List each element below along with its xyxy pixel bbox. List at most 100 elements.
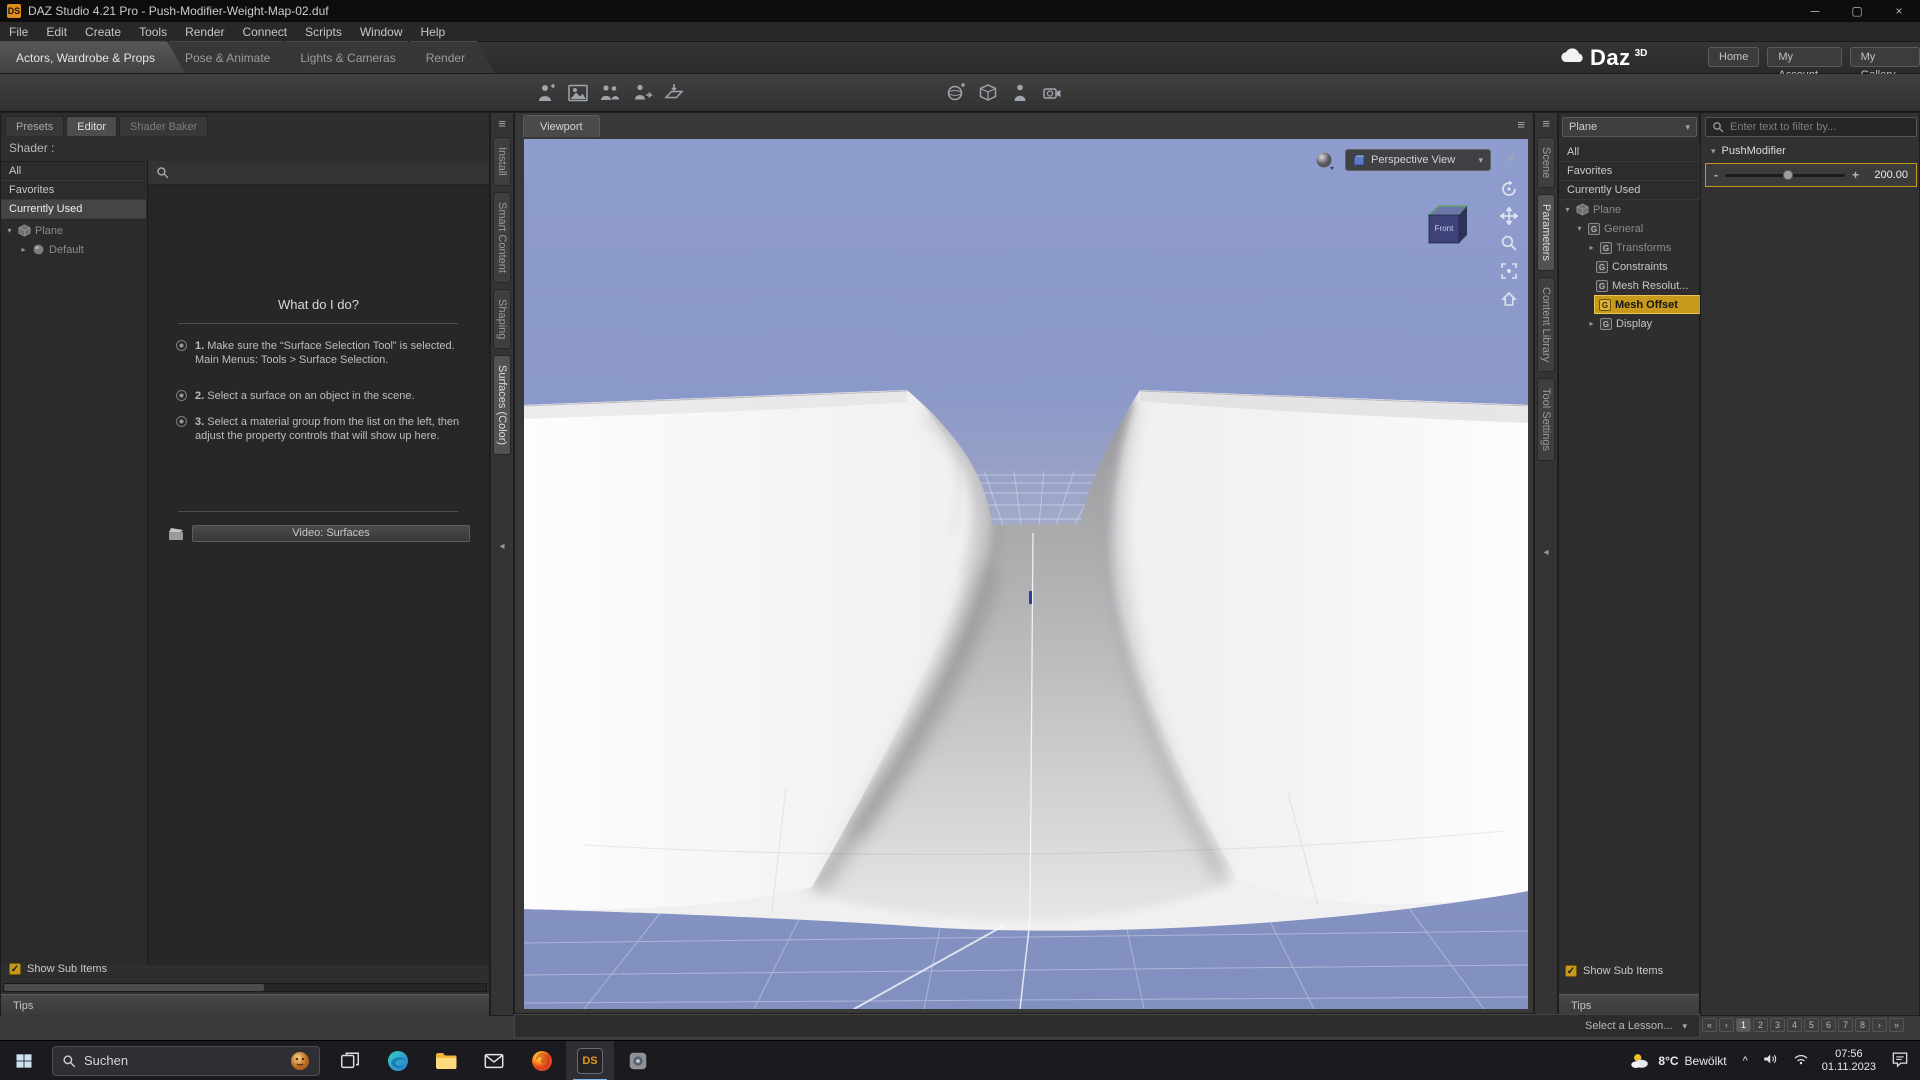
task-view-button[interactable] bbox=[326, 1041, 374, 1080]
node-selector[interactable]: Plane ▾ bbox=[1562, 117, 1697, 137]
add-figure-icon[interactable] bbox=[530, 78, 562, 108]
collapsed-icon[interactable]: ▸ bbox=[1587, 319, 1596, 328]
menu-create[interactable]: Create bbox=[76, 22, 130, 42]
dock-tab-scene[interactable]: Scene bbox=[1537, 137, 1555, 188]
pager-page-8[interactable]: 8 bbox=[1855, 1018, 1870, 1032]
my-gallery-button[interactable]: My Gallery bbox=[1850, 47, 1920, 67]
expand-icon[interactable]: ▾ bbox=[1711, 146, 1716, 157]
tree-display[interactable]: ▸ G Display bbox=[1559, 314, 1701, 333]
pager-page-1[interactable]: 1 bbox=[1736, 1018, 1751, 1032]
plane-primitive-icon[interactable] bbox=[658, 78, 690, 108]
weather-widget[interactable]: 8°C Bewölkt bbox=[1628, 1050, 1726, 1072]
collapsed-icon[interactable]: ▸ bbox=[1587, 243, 1596, 252]
cube-node-icon[interactable] bbox=[972, 78, 1004, 108]
viewport-options-icon[interactable]: ≡ bbox=[1507, 151, 1515, 165]
dock-tab-smart-content[interactable]: Smart Content bbox=[493, 192, 511, 283]
dock-tab-shaping[interactable]: Shaping bbox=[493, 289, 511, 349]
pushmodifier-group[interactable]: ▾ PushModifier bbox=[1711, 145, 1786, 157]
parameter-slider[interactable] bbox=[1725, 174, 1845, 177]
maximize-button[interactable]: ▢ bbox=[1836, 0, 1878, 22]
pager-page-7[interactable]: 7 bbox=[1838, 1018, 1853, 1032]
filter-currently-used[interactable]: Currently Used bbox=[1, 200, 146, 219]
pager-page-3[interactable]: 3 bbox=[1770, 1018, 1785, 1032]
tree-plane[interactable]: ▾ Plane bbox=[1559, 200, 1701, 219]
expand-icon[interactable]: ▾ bbox=[1575, 224, 1584, 233]
menu-help[interactable]: Help bbox=[412, 22, 455, 42]
menu-window[interactable]: Window bbox=[351, 22, 412, 42]
search-icon[interactable] bbox=[156, 166, 169, 179]
filter-all[interactable]: All bbox=[1559, 143, 1701, 162]
filter-all[interactable]: All bbox=[1, 162, 146, 181]
scrollbar-thumb[interactable] bbox=[4, 984, 264, 991]
pager-page-2[interactable]: 2 bbox=[1753, 1018, 1768, 1032]
parameter-search-input[interactable] bbox=[1730, 121, 1910, 133]
tab-presets[interactable]: Presets bbox=[5, 116, 64, 136]
notification-center-icon[interactable] bbox=[1890, 1049, 1910, 1072]
slider-handle[interactable] bbox=[1783, 170, 1793, 180]
reset-view-icon[interactable] bbox=[1499, 289, 1519, 309]
dock-tab-tool-settings[interactable]: Tool Settings bbox=[1537, 378, 1555, 461]
figure-node-icon[interactable] bbox=[1004, 78, 1036, 108]
pager-next[interactable]: › bbox=[1872, 1018, 1887, 1032]
menu-tools[interactable]: Tools bbox=[130, 22, 176, 42]
select-lesson-dropdown[interactable]: Select a Lesson... bbox=[1585, 1020, 1672, 1032]
collapsed-icon[interactable]: ▸ bbox=[19, 245, 28, 254]
dock-tab-install[interactable]: Install bbox=[493, 137, 511, 186]
camera-node-icon[interactable] bbox=[1036, 78, 1068, 108]
menu-scripts[interactable]: Scripts bbox=[296, 22, 351, 42]
taskbar-daz-studio[interactable]: DS bbox=[566, 1041, 614, 1080]
activity-tab-lights-cameras[interactable]: Lights & Cameras bbox=[284, 41, 425, 73]
taskbar-file-explorer[interactable] bbox=[422, 1041, 470, 1080]
menu-file[interactable]: File bbox=[0, 22, 37, 42]
tab-editor[interactable]: Editor bbox=[66, 116, 117, 136]
environment-icon[interactable] bbox=[562, 78, 594, 108]
pager-first[interactable]: « bbox=[1702, 1018, 1717, 1032]
expand-icon[interactable]: ▾ bbox=[1563, 205, 1572, 214]
lighting-sphere-icon[interactable] bbox=[1315, 151, 1335, 174]
filter-currently-used[interactable]: Currently Used bbox=[1559, 181, 1701, 200]
slider-decrease-button[interactable]: - bbox=[1714, 168, 1718, 182]
video-surfaces-button[interactable]: Video: Surfaces bbox=[192, 525, 470, 542]
panel-menu-icon[interactable]: ≡ bbox=[1542, 117, 1550, 131]
filter-favorites[interactable]: Favorites bbox=[1559, 162, 1701, 181]
slider-increase-button[interactable]: + bbox=[1852, 168, 1859, 182]
horizontal-scrollbar[interactable] bbox=[3, 983, 487, 992]
taskbar-mail[interactable] bbox=[470, 1041, 518, 1080]
filter-favorites[interactable]: Favorites bbox=[1, 181, 146, 200]
taskbar-search-input[interactable] bbox=[84, 1053, 282, 1068]
taskbar-edge[interactable] bbox=[374, 1041, 422, 1080]
close-button[interactable]: × bbox=[1878, 0, 1920, 22]
search-highlight-icon[interactable] bbox=[290, 1051, 310, 1071]
menu-connect[interactable]: Connect bbox=[233, 22, 296, 42]
mesh-offset-parameter[interactable]: - + 200.00 bbox=[1705, 163, 1917, 187]
start-button[interactable] bbox=[0, 1041, 48, 1080]
tree-mesh-offset[interactable]: G Mesh Offset bbox=[1594, 295, 1701, 314]
my-account-button[interactable]: My Account bbox=[1767, 47, 1841, 67]
tray-expand-icon[interactable]: ^ bbox=[1743, 1055, 1748, 1067]
collapse-panel-icon[interactable]: ◂ bbox=[499, 541, 504, 552]
clock[interactable]: 07:56 01.11.2023 bbox=[1822, 1048, 1876, 1074]
tips-bar[interactable]: Tips bbox=[1, 994, 489, 1016]
parameter-search[interactable] bbox=[1705, 117, 1917, 137]
sphere-node-icon[interactable] bbox=[940, 78, 972, 108]
taskbar-app-misc[interactable] bbox=[614, 1041, 662, 1080]
activity-tab-pose-animate[interactable]: Pose & Animate bbox=[169, 41, 300, 73]
frame-view-icon[interactable] bbox=[1499, 261, 1519, 281]
taskbar-search[interactable] bbox=[52, 1046, 320, 1076]
orbit-camera-icon[interactable] bbox=[1499, 179, 1519, 199]
dock-tab-content-library[interactable]: Content Library bbox=[1537, 277, 1555, 372]
volume-icon[interactable] bbox=[1762, 1050, 1780, 1071]
pager-page-4[interactable]: 4 bbox=[1787, 1018, 1802, 1032]
taskbar-firefox[interactable] bbox=[518, 1041, 566, 1080]
parameter-value[interactable]: 200.00 bbox=[1866, 169, 1908, 181]
pager-page-6[interactable]: 6 bbox=[1821, 1018, 1836, 1032]
material-tree-plane[interactable]: ▾ Plane bbox=[1, 221, 146, 240]
show-sub-items-checkbox[interactable]: ✓ bbox=[1565, 965, 1577, 977]
network-icon[interactable] bbox=[1792, 1050, 1810, 1071]
people-group-icon[interactable] bbox=[594, 78, 626, 108]
viewport-tab[interactable]: Viewport bbox=[523, 115, 600, 137]
viewport-canvas[interactable] bbox=[524, 139, 1528, 1009]
expand-icon[interactable]: ▾ bbox=[5, 226, 14, 235]
dock-tab-surfaces-color[interactable]: Surfaces (Color) bbox=[493, 355, 511, 455]
show-sub-items-checkbox[interactable]: ✓ bbox=[9, 963, 21, 975]
